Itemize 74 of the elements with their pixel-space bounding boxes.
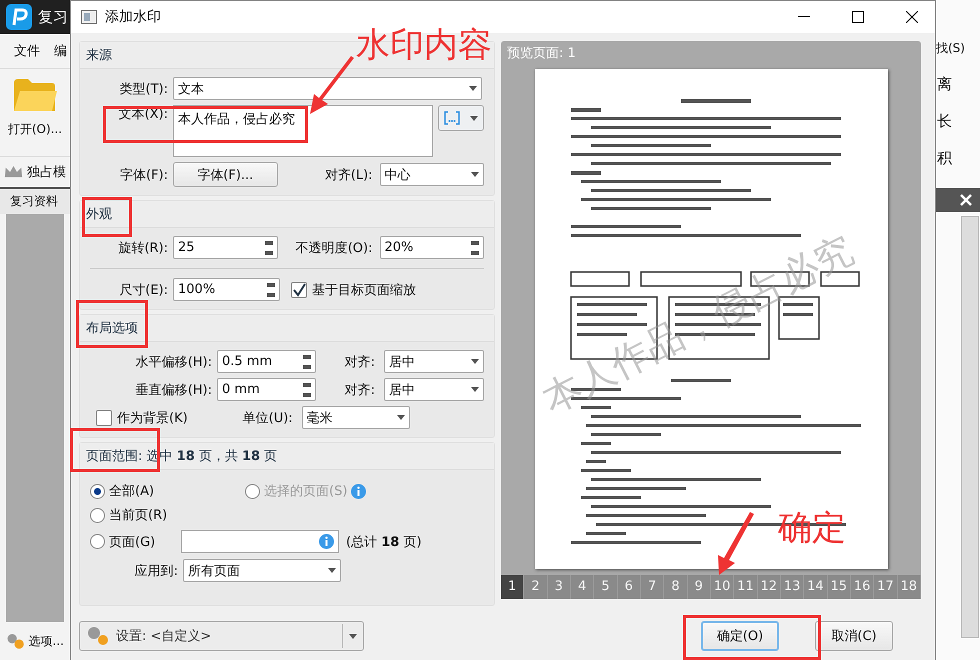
section-heading: 外观 <box>80 201 494 228</box>
field-label: 不透明度(O): <box>294 240 372 256</box>
offset-spinbox[interactable]: 0.5 mm <box>217 350 316 373</box>
align-dropdown[interactable]: 居中 <box>384 350 484 373</box>
field-label: 对齐(L): <box>324 166 373 184</box>
gears-icon <box>86 625 110 647</box>
field-label: 对齐: <box>344 382 376 398</box>
align-dropdown[interactable]: 中心 <box>380 163 484 186</box>
radio-label: 当前页(R) <box>109 507 168 524</box>
rotation-spinbox[interactable]: 25 <box>173 236 278 259</box>
checkbox[interactable] <box>291 282 307 298</box>
preview-heading: 预览页面: 1 <box>506 45 577 63</box>
field-label: 水平偏移(H): <box>134 354 212 370</box>
cancel-button[interactable]: 取消(C) <box>815 621 893 651</box>
size-spinbox[interactable]: 100% <box>173 278 280 301</box>
annotation-arrow <box>308 56 356 116</box>
search-menu-item[interactable]: 找(S) <box>936 40 965 57</box>
section-heading: 布局选项 <box>80 315 494 342</box>
field-label: 字体(F): <box>118 166 168 184</box>
checkbox-label: 作为背景(K) <box>117 410 188 426</box>
settings-dropdown[interactable]: 设置: <自定义> <box>79 621 364 651</box>
minimize-icon[interactable] <box>798 16 810 18</box>
toolbar-item[interactable]: 长 <box>937 112 952 131</box>
template-item[interactable]: 独占模 <box>27 163 66 181</box>
ok-button[interactable]: 确定(O) <box>701 621 779 651</box>
toolbar-item[interactable]: 离 <box>937 75 952 94</box>
highlight-box <box>82 197 132 237</box>
field-label: 旋转(R): <box>117 240 168 256</box>
unit-dropdown[interactable]: 毫米 <box>302 406 410 429</box>
page-total: (总计 18 页) <box>346 534 422 550</box>
type-dropdown[interactable]: 文本 <box>173 77 482 100</box>
bracket-icon <box>444 111 460 125</box>
maximize-icon[interactable] <box>852 11 864 23</box>
checkbox[interactable] <box>96 410 112 426</box>
document-tab[interactable]: 复习资料 <box>0 187 70 214</box>
highlight-box <box>76 300 148 348</box>
field-label: 垂直偏移(H): <box>134 382 212 398</box>
radio-label: 全部(A) <box>109 483 154 500</box>
radio-label: 页面(G) <box>109 534 156 550</box>
app-title: 复习 <box>38 8 68 26</box>
scrollbar[interactable] <box>961 216 979 638</box>
radio-button[interactable] <box>90 508 105 522</box>
field-label: 类型(T): <box>118 80 168 98</box>
field-label: 应用到: <box>134 562 178 580</box>
watermark-app-icon <box>81 10 97 24</box>
checkbox-label: 基于目标页面缩放 <box>312 282 416 298</box>
apply-dropdown[interactable]: 所有页面 <box>183 559 341 582</box>
opacity-spinbox[interactable]: 20% <box>380 236 484 259</box>
radio-button[interactable] <box>90 484 105 498</box>
app-logo-icon <box>6 4 32 30</box>
info-icon[interactable] <box>351 484 366 498</box>
field-label: 尺寸(E): <box>118 282 168 298</box>
radio-button[interactable] <box>90 534 105 549</box>
macro-button[interactable] <box>438 105 484 131</box>
annotation-arrow <box>716 512 756 576</box>
dialog-title: 添加水印 <box>105 8 162 26</box>
text-input-field[interactable]: 本人作品，侵占必究 <box>173 105 434 157</box>
info-icon[interactable] <box>319 534 334 549</box>
toolbar-item[interactable]: 积 <box>937 149 952 168</box>
open-button[interactable]: 打开(O)... <box>8 121 62 138</box>
close-icon[interactable] <box>906 11 918 23</box>
align-dropdown[interactable]: 居中 <box>384 378 484 401</box>
page-number-tab[interactable]: 1 <box>501 575 524 599</box>
field-label: 对齐: <box>344 354 376 370</box>
radio-label: 选择的页面(S) <box>264 483 348 500</box>
field-label: 单位(U): <box>242 410 293 426</box>
menu-item[interactable]: 文件 <box>14 42 40 60</box>
font-button[interactable]: 字体(F)... <box>173 162 278 187</box>
menu-item[interactable]: 编 <box>54 42 67 60</box>
pages-input-field[interactable] <box>181 530 339 553</box>
annotation-text: 水印内容 <box>356 24 492 67</box>
crown-icon <box>4 164 23 180</box>
options-button[interactable]: 选项... <box>28 632 64 650</box>
offset-spinbox[interactable]: 0 mm <box>217 378 316 401</box>
